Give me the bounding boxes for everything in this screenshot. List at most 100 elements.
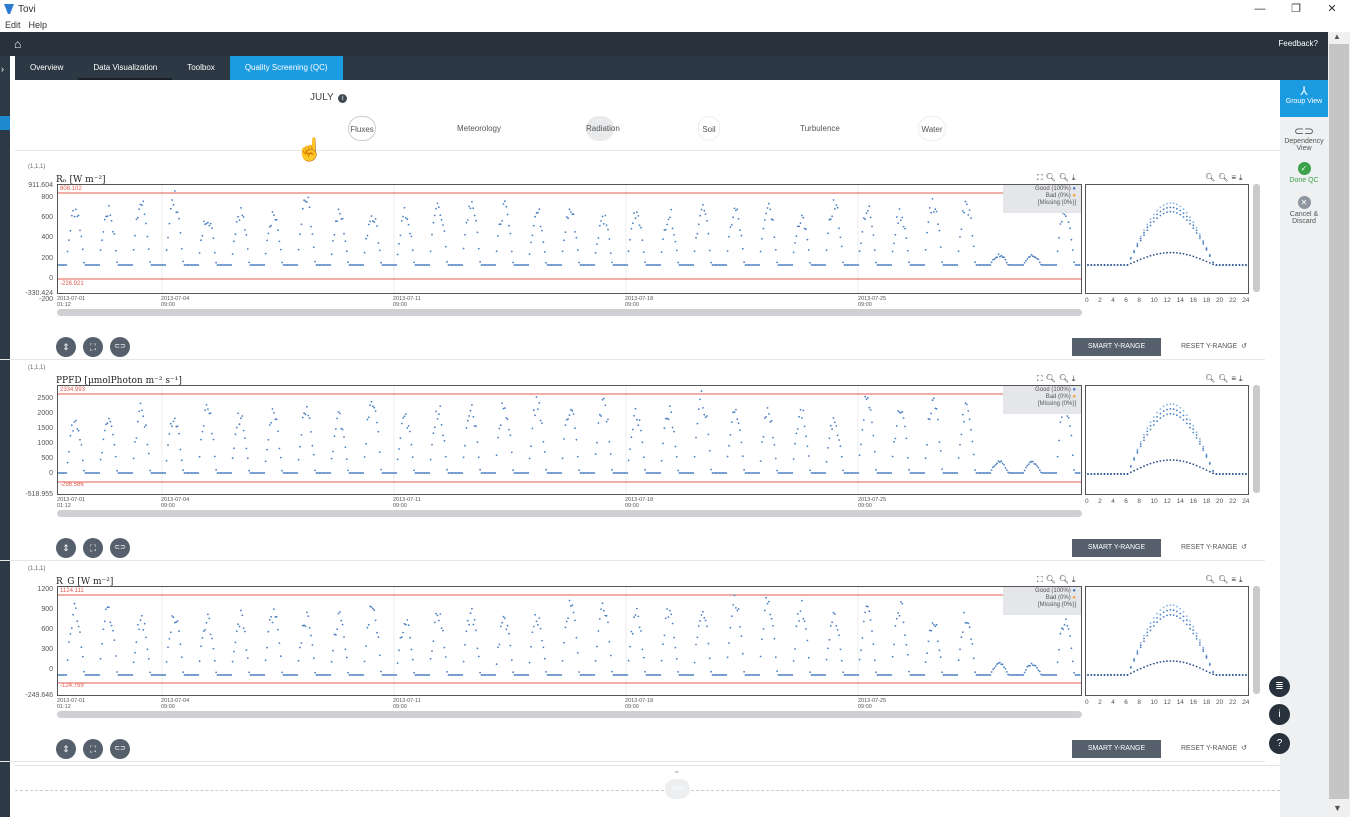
data-point <box>904 425 906 428</box>
data-point <box>660 251 663 253</box>
scroll-thumb[interactable] <box>1329 44 1349 799</box>
diurnal-point <box>1182 620 1185 622</box>
raw-button[interactable]: RAW <box>665 779 690 799</box>
data-point <box>443 440 446 442</box>
done-qc-button[interactable]: ✓ Done QC <box>1280 158 1328 188</box>
diurnal-plot[interactable] <box>1085 385 1249 495</box>
menu-edit[interactable]: Edit <box>5 20 21 30</box>
tab-quality-screening[interactable]: Quality Screening (QC) <box>229 56 343 80</box>
expand-vertical-button[interactable]: ⇕ <box>56 538 76 558</box>
upper-limit-label: 808.102 <box>60 186 82 192</box>
link-button[interactable]: ⊂⊃ <box>110 538 130 558</box>
chevron-down-icon[interactable]: ⌄ <box>673 765 681 776</box>
data-point <box>1078 674 1081 676</box>
info-button[interactable]: i <box>1269 704 1290 725</box>
cancel-discard-button[interactable]: ✕ Cancel & Discard <box>1280 192 1328 229</box>
notes-button[interactable]: ≣ <box>1269 676 1290 697</box>
data-point <box>508 224 510 227</box>
diurnal-point <box>1202 648 1205 651</box>
data-point <box>594 660 597 662</box>
diurnal-point <box>1172 609 1175 612</box>
data-point <box>675 657 678 660</box>
group-water[interactable]: Water <box>918 116 946 141</box>
data-point <box>99 458 102 461</box>
data-point <box>504 617 506 620</box>
link-button[interactable]: ⊂⊃ <box>110 739 130 759</box>
data-point <box>970 428 972 431</box>
diurnal-toolbar[interactable]: 🔍︎🔍︎≡⤓ <box>1205 374 1246 384</box>
menu-help[interactable]: Help <box>29 20 48 30</box>
data-point <box>707 433 710 436</box>
data-point <box>861 637 864 639</box>
dependency-view-button[interactable]: ⊂⊃ Dependency View <box>1280 120 1328 156</box>
timeseries-plot[interactable]: 808.102 -226.921 Good (100%) ● Bad (0%) … <box>57 184 1082 294</box>
plot-toolbar[interactable]: ⛶🔍︎🔍︎⤓ <box>1037 374 1078 384</box>
y-tick-label: 2000 <box>37 410 53 417</box>
data-point <box>296 472 299 474</box>
data-point <box>607 228 609 231</box>
tab-toolbox[interactable]: Toolbox <box>172 56 230 80</box>
data-point <box>246 457 249 460</box>
data-point <box>106 215 109 218</box>
group-radiation[interactable]: Radiation <box>586 116 620 141</box>
data-point <box>407 223 410 226</box>
data-point <box>1071 454 1074 457</box>
chevron-right-icon[interactable]: › <box>1 64 4 74</box>
reset-y-range-button[interactable]: RESET Y-RANGE ↺ <box>1181 543 1247 551</box>
diurnal-point <box>1205 670 1208 672</box>
minimize-button[interactable]: — <box>1242 0 1278 18</box>
data-point <box>337 208 340 211</box>
crop-button[interactable]: ⛶ <box>83 337 103 357</box>
link-button[interactable]: ⊂⊃ <box>110 337 130 357</box>
data-point <box>792 251 795 254</box>
smart-y-range-button[interactable]: SMART Y-RANGE <box>1072 338 1161 356</box>
reset-y-range-button[interactable]: RESET Y-RANGE ↺ <box>1181 744 1247 752</box>
diurnal-scrollbar[interactable] <box>1253 184 1260 292</box>
diurnal-scrollbar[interactable] <box>1253 385 1260 493</box>
help-button[interactable]: ? <box>1269 733 1290 754</box>
scroll-up-icon[interactable]: ▲ <box>1333 32 1341 41</box>
data-point <box>365 645 367 647</box>
group-fluxes[interactable]: Fluxes <box>348 116 376 141</box>
plot-toolbar[interactable]: ⛶🔍︎🔍︎⤓ <box>1037 173 1078 183</box>
maximize-button[interactable]: ❐ <box>1278 0 1314 18</box>
diurnal-plot[interactable] <box>1085 586 1249 696</box>
time-range-slider[interactable] <box>57 711 1082 718</box>
home-icon[interactable]: ⌂ <box>14 37 21 51</box>
diurnal-point <box>1136 651 1139 654</box>
data-point <box>240 609 242 612</box>
time-range-slider[interactable] <box>57 309 1082 316</box>
scroll-down-icon[interactable]: ▼ <box>1333 803 1342 813</box>
timeseries-plot[interactable]: 1124.111 -124.759 Good (100%) ● Bad (0%)… <box>57 586 1082 696</box>
plot-toolbar[interactable]: ⛶🔍︎🔍︎⤓ <box>1037 575 1078 585</box>
diurnal-plot[interactable] <box>1085 184 1249 294</box>
y-tick-label: 300 <box>41 646 53 653</box>
close-button[interactable]: ✕ <box>1314 0 1350 18</box>
group-turbulence[interactable]: Turbulence <box>790 116 850 141</box>
reset-y-range-button[interactable]: RESET Y-RANGE ↺ <box>1181 342 1247 350</box>
data-point <box>996 256 998 258</box>
y-tick-label: 500 <box>41 455 53 462</box>
diurnal-toolbar[interactable]: 🔍︎🔍︎≡⤓ <box>1205 575 1246 585</box>
expand-vertical-button[interactable]: ⇕ <box>56 337 76 357</box>
group-soil[interactable]: Soil <box>698 116 720 141</box>
window-scrollbar[interactable]: ▲ ▼ <box>1328 32 1350 817</box>
data-point <box>1022 264 1025 266</box>
diurnal-toolbar[interactable]: 🔍︎🔍︎≡⤓ <box>1205 173 1246 183</box>
group-view-button[interactable]: ⅄ Group View <box>1280 80 1328 117</box>
timeseries-plot[interactable]: 2334.993 -298.586 Good (100%) ● Bad (0%)… <box>57 385 1082 495</box>
timeseries-svg <box>58 185 1081 293</box>
crop-button[interactable]: ⛶ <box>83 739 103 759</box>
info-icon[interactable]: i <box>338 94 348 103</box>
data-point <box>509 434 512 436</box>
diurnal-scrollbar[interactable] <box>1253 586 1260 694</box>
crop-button[interactable]: ⛶ <box>83 538 103 558</box>
time-range-slider[interactable] <box>57 510 1082 517</box>
group-meteorology[interactable]: Meteorology <box>443 116 515 141</box>
expand-vertical-button[interactable]: ⇕ <box>56 739 76 759</box>
smart-y-range-button[interactable]: SMART Y-RANGE <box>1072 740 1161 758</box>
tab-data-visualization[interactable]: Data Visualization <box>78 56 173 80</box>
smart-y-range-button[interactable]: SMART Y-RANGE <box>1072 539 1161 557</box>
feedback-link[interactable]: Feedback? <box>1278 39 1318 48</box>
tab-overview[interactable]: Overview <box>15 56 78 80</box>
